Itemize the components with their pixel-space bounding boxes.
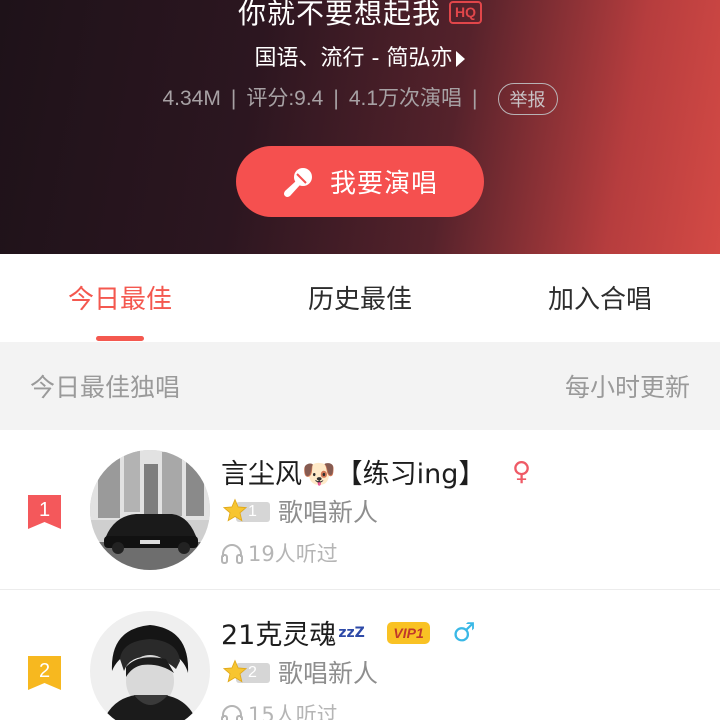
user-name-line: 21克灵魂 zzZ VIP1 ♂ [221, 613, 476, 652]
avatar-image [90, 611, 210, 720]
star-icon [222, 659, 248, 683]
male-icon: ♂ [452, 617, 476, 648]
tab-today-best[interactable]: 今日最佳 [0, 254, 240, 342]
song-header: 你就不要想起我 HQ 国语、流行 - 简弘亦 4.34M | 评分:9.4 | 4.1万次… [0, 0, 720, 254]
avatar[interactable] [90, 450, 210, 570]
play-triangle-icon [456, 51, 466, 67]
level-title: 歌唱新人 [278, 659, 379, 688]
sing-button-label: 我要演唱 [329, 169, 438, 199]
meta-separator: | [333, 87, 339, 110]
user-name: 21克灵魂 [221, 620, 337, 651]
listen-count-text: 19人听过 [248, 542, 338, 566]
section-title: 今日最佳独唱 [30, 373, 181, 402]
headphones-icon [221, 544, 243, 564]
level-title: 歌唱新人 [278, 498, 379, 527]
meta-separator: | [230, 87, 237, 110]
level-number: 1 [248, 503, 257, 520]
microphone-icon [283, 167, 312, 197]
title-row: 你就不要想起我 HQ [0, 0, 720, 32]
user-name-line: 言尘风🐶【练习ing】 ♀ [221, 452, 531, 491]
hq-badge: HQ [449, 0, 482, 24]
level-number: 2 [248, 664, 257, 681]
level-line: 2 歌唱新人 [222, 657, 379, 688]
song-meta: 4.34M | 评分:9.4 | 4.1万次演唱 | 举报 [0, 82, 720, 116]
level-badge: 1 [222, 498, 270, 524]
avatar-image [90, 450, 210, 570]
section-note: 每小时更新 [564, 373, 690, 402]
headphones-icon [221, 705, 243, 720]
song-subtitle: 国语、流行 - 简弘亦 [254, 46, 453, 71]
tab-join-chorus[interactable]: 加入合唱 [480, 254, 720, 342]
listen-count-text: 15人听过 [248, 703, 338, 720]
song-subtitle-link[interactable]: 国语、流行 - 简弘亦 [0, 40, 720, 72]
user-name: 言尘风🐶【练习ing】 [221, 459, 486, 490]
listen-count: 19人听过 [220, 538, 338, 568]
song-title: 你就不要想起我 [237, 0, 441, 30]
tab-history-best[interactable]: 历史最佳 [240, 254, 480, 342]
list-item[interactable]: 1 言尘风🐶【练习ing】 ♀ 1 歌唱新人 19人听过 [0, 430, 720, 590]
level-badge: 2 [222, 659, 270, 685]
list-item[interactable]: 2 21克灵魂 zzZ VIP1 ♂ 2 歌唱新人 15人听过 [0, 591, 720, 720]
active-tab-indicator [96, 336, 144, 341]
rank-number: 2 [38, 660, 51, 682]
rank-badge: 1 [28, 495, 61, 529]
vip-badge: VIP1 [387, 621, 430, 644]
song-rating: 评分:9.4 [246, 87, 324, 110]
report-button[interactable]: 举报 [497, 83, 558, 116]
listen-count: 15人听过 [220, 699, 338, 720]
tab-bar: 今日最佳 历史最佳 加入合唱 [0, 254, 720, 342]
star-icon [222, 498, 248, 522]
sing-button[interactable]: 我要演唱 [236, 146, 484, 217]
song-plays: 4.1万次演唱 [348, 87, 463, 110]
rank-badge: 2 [28, 656, 61, 690]
song-size: 4.34M [162, 87, 221, 110]
avatar[interactable] [90, 611, 210, 720]
section-header: 今日最佳独唱 每小时更新 [0, 342, 720, 430]
meta-separator: | [472, 87, 478, 110]
level-line: 1 歌唱新人 [222, 496, 379, 527]
sleep-icon: zzZ [338, 624, 365, 641]
rank-number: 1 [38, 499, 51, 521]
female-icon: ♀ [511, 456, 532, 487]
